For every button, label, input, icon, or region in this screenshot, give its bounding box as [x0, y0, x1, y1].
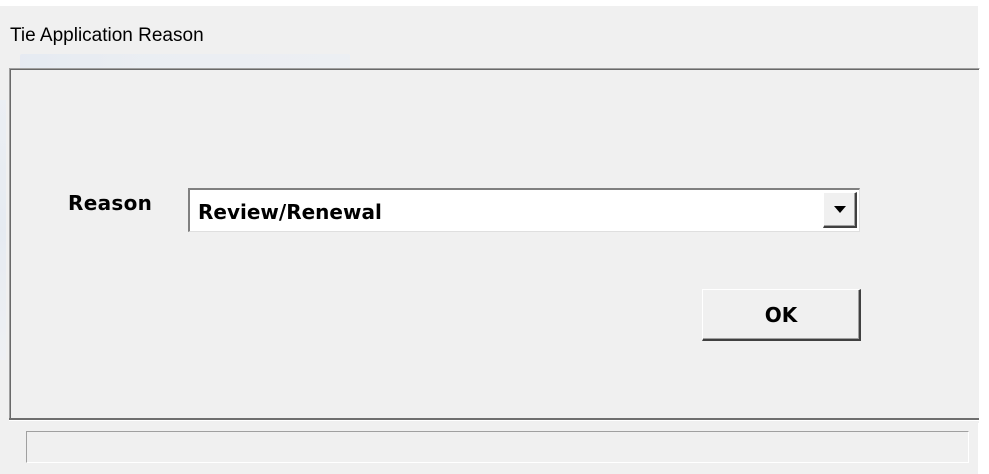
status-panel	[26, 431, 969, 463]
window-bottom-edge	[0, 466, 978, 474]
chevron-down-icon	[834, 206, 846, 213]
ok-button[interactable]: OK	[702, 289, 861, 341]
reason-dropdown[interactable]: Review/Renewal	[188, 188, 860, 232]
left-edge-ghost	[0, 100, 6, 360]
reason-label: Reason	[68, 191, 153, 215]
dialog-window: Tie Application Reason Reason Review/Ren…	[0, 0, 989, 474]
reason-dropdown-button[interactable]	[823, 192, 857, 228]
window-title: Tie Application Reason	[10, 25, 204, 46]
ok-button-label: OK	[764, 303, 798, 327]
reason-selected-value: Review/Renewal	[198, 200, 382, 224]
client-area	[9, 68, 980, 423]
title-bar[interactable]: Tie Application Reason	[0, 6, 978, 72]
